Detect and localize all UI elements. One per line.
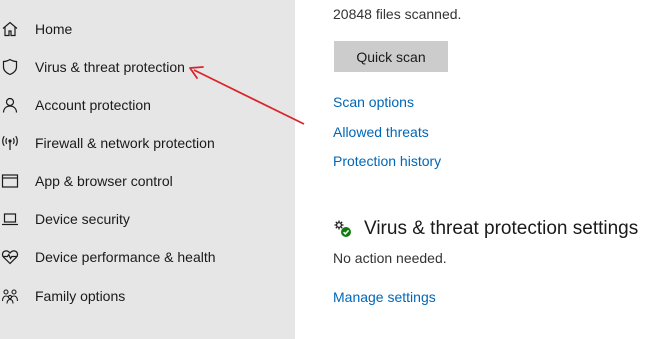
- heart-pulse-icon: [0, 247, 20, 267]
- settings-status-text: No action needed.: [333, 250, 447, 266]
- allowed-threats-link[interactable]: Allowed threats: [333, 124, 429, 140]
- sidebar-item-label: Virus & threat protection: [35, 59, 185, 75]
- sidebar-item-label: Device security: [35, 211, 130, 227]
- sidebar-item-label: Device performance & health: [35, 249, 216, 265]
- sidebar-nav: Home Virus & threat protection Account p…: [0, 0, 295, 339]
- home-icon: [0, 19, 20, 39]
- files-scanned-text: 20848 files scanned.: [333, 6, 462, 22]
- sidebar-item-family-options[interactable]: Family options: [0, 278, 295, 314]
- family-icon: [0, 286, 20, 306]
- settings-section-title: Virus & threat protection settings: [364, 218, 639, 239]
- sidebar-item-label: Firewall & network protection: [35, 135, 215, 151]
- sidebar-item-account-protection[interactable]: Account protection: [0, 87, 295, 123]
- scan-options-link[interactable]: Scan options: [333, 94, 414, 110]
- sidebar-item-app-browser-control[interactable]: App & browser control: [0, 163, 295, 199]
- quick-scan-button[interactable]: Quick scan: [334, 41, 448, 72]
- sidebar-item-label: Account protection: [35, 97, 151, 113]
- shield-icon: [0, 57, 20, 77]
- browser-window-icon: [0, 171, 20, 191]
- settings-gears-icon: [333, 219, 353, 239]
- sidebar-item-label: Home: [35, 21, 73, 37]
- protection-history-link[interactable]: Protection history: [333, 153, 441, 169]
- sidebar-item-firewall-network-protection[interactable]: Firewall & network protection: [0, 125, 295, 161]
- sidebar-item-label: Family options: [35, 288, 126, 304]
- sidebar-item-device-security[interactable]: Device security: [0, 201, 295, 237]
- person-icon: [0, 95, 20, 115]
- wireless-icon: [0, 133, 20, 153]
- sidebar-item-device-performance-health[interactable]: Device performance & health: [0, 239, 295, 275]
- manage-settings-link[interactable]: Manage settings: [333, 289, 436, 305]
- sidebar-item-home[interactable]: Home: [0, 11, 295, 47]
- sidebar-item-label: App & browser control: [35, 173, 173, 189]
- laptop-icon: [0, 209, 20, 229]
- main-content: 20848 files scanned. Quick scan Scan opt…: [295, 0, 650, 339]
- sidebar-item-virus-threat-protection[interactable]: Virus & threat protection: [0, 49, 295, 85]
